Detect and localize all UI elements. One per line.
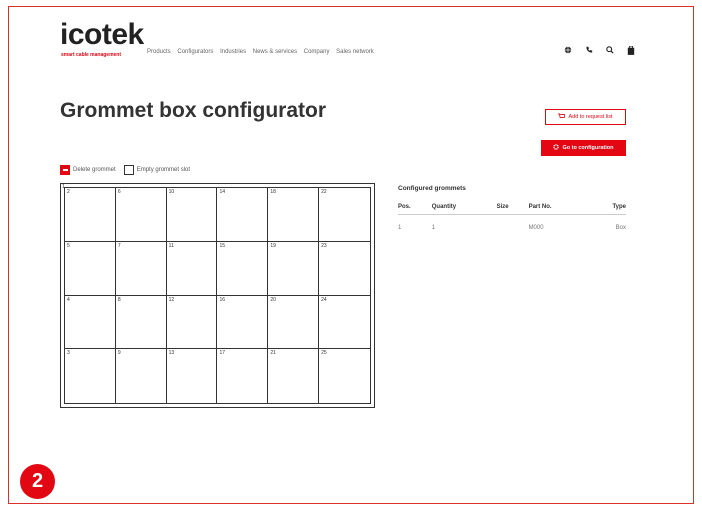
slot-number: 22 <box>321 189 327 195</box>
gear-icon <box>553 144 560 152</box>
table-header-row: Pos. Quantity Size Part No. Type <box>398 198 626 215</box>
add-to-request-list-label: Add to request list <box>568 114 613 120</box>
icotek-logo[interactable]: icotek <box>60 20 144 50</box>
grommet-grid: 2 6 10 14 18 22 5 7 11 15 19 23 4 8 12 1… <box>64 187 371 404</box>
col-part-no: Part No. <box>528 198 590 215</box>
slot-number: 15 <box>219 242 226 249</box>
cart-icon <box>558 113 567 121</box>
slot-number: 4 <box>67 296 70 303</box>
grommet-slot[interactable]: 10 <box>166 188 218 242</box>
grommet-slot[interactable]: 4 <box>65 295 116 350</box>
main-nav: Products Configurators Industries News &… <box>147 49 379 55</box>
slot-number: 13 <box>168 350 175 357</box>
nav-sales-network[interactable]: Sales network <box>336 49 374 55</box>
nav-industries[interactable]: Industries <box>220 49 246 55</box>
logo-tagline: smart cable management <box>61 52 122 58</box>
slot-number: 3 <box>67 350 70 357</box>
phone-icon[interactable] <box>584 45 594 55</box>
cell-part-no: M000 <box>528 225 544 231</box>
nav-products[interactable]: Products <box>147 49 171 55</box>
slot-number: 2 <box>67 189 70 195</box>
search-icon[interactable] <box>605 45 615 55</box>
grommet-slot[interactable]: 23 <box>319 242 370 296</box>
go-to-configuration-label: Go to configuration <box>562 145 614 151</box>
empty-slot-swatch <box>123 165 134 175</box>
page-title: Grommet box configurator <box>60 99 327 122</box>
cell-size <box>497 215 529 238</box>
delete-grommet-swatch[interactable] <box>60 165 70 175</box>
grommet-slot[interactable]: 17 <box>217 349 269 403</box>
col-pos: Pos. <box>398 198 432 215</box>
globe-icon[interactable] <box>563 45 573 55</box>
grommet-slot[interactable]: 15 <box>217 241 269 296</box>
slot-number: 7 <box>117 242 121 249</box>
delete-grommet-label: Delete grommet <box>73 167 116 173</box>
cell-type: Box <box>615 225 626 231</box>
slot-number: 24 <box>321 296 327 303</box>
grommet-slot[interactable]: 25 <box>319 349 370 403</box>
slot-number: 17 <box>219 350 226 357</box>
grommet-slot[interactable]: 9 <box>116 349 167 403</box>
slot-number: 19 <box>270 242 276 249</box>
configured-grommets-title: Configured grommets <box>398 185 466 192</box>
slot-number: 23 <box>321 242 327 249</box>
slot-number: 14 <box>219 189 226 195</box>
table-row: 1 1 M000 Box <box>398 215 626 238</box>
col-size: Size <box>496 198 529 215</box>
grommet-slot[interactable]: 14 <box>217 188 269 242</box>
slot-number: 12 <box>168 296 175 303</box>
grommet-slot[interactable]: 3 <box>65 349 116 403</box>
cart-icon[interactable] <box>626 45 636 55</box>
slot-number: 21 <box>270 350 276 357</box>
nav-company[interactable]: Company <box>304 49 330 55</box>
grommet-slot[interactable]: 16 <box>217 295 269 350</box>
slot-number: 25 <box>321 350 327 357</box>
grommet-slot[interactable]: 18 <box>268 188 320 242</box>
slot-number: 18 <box>270 189 276 195</box>
slot-number: 5 <box>67 242 70 249</box>
grommet-box: 1 2 6 10 14 18 22 5 7 11 15 19 23 4 8 12… <box>60 183 375 408</box>
grommet-slot[interactable]: 20 <box>268 295 320 350</box>
grommet-slot[interactable]: 12 <box>166 295 218 350</box>
slot-number: 9 <box>117 350 121 357</box>
slot-number: 20 <box>270 296 276 303</box>
grommet-slot[interactable]: 7 <box>115 241 167 296</box>
grommet-slot[interactable]: 24 <box>319 296 370 350</box>
add-to-request-list-button[interactable]: Add to request list <box>545 109 626 125</box>
col-type: Type <box>589 198 626 215</box>
grommet-slot[interactable]: 19 <box>268 241 320 296</box>
slot-number: 10 <box>168 189 175 195</box>
slot-number: 11 <box>168 242 174 249</box>
step-number-badge: 2 <box>20 464 55 499</box>
slot-number: 16 <box>219 296 226 303</box>
nav-configurators[interactable]: Configurators <box>177 49 213 55</box>
grommet-slot[interactable]: 21 <box>268 349 320 403</box>
empty-slot-label: Empty grommet slot <box>136 167 191 173</box>
grommet-slot[interactable]: 13 <box>167 349 218 403</box>
header-icons <box>563 45 636 55</box>
nav-news-services[interactable]: News & services <box>253 49 297 55</box>
configured-grommets-table: Pos. Quantity Size Part No. Type 1 1 M00… <box>398 198 626 237</box>
grommet-slot[interactable]: 11 <box>166 241 218 296</box>
legend: Delete grommet Empty grommet slot <box>60 165 190 175</box>
grommet-slot[interactable]: 22 <box>319 188 370 242</box>
grommet-slot[interactable]: 8 <box>115 295 167 350</box>
grommet-slot[interactable]: 6 <box>115 188 167 242</box>
slot-number: 6 <box>117 189 121 195</box>
go-to-configuration-button[interactable]: Go to configuration <box>541 140 626 156</box>
grommet-slot[interactable]: 5 <box>65 241 116 296</box>
cell-quantity[interactable]: 1 <box>432 215 497 238</box>
slot-number: 8 <box>117 296 121 303</box>
cell-pos: 1 <box>398 225 402 231</box>
col-quantity: Quantity <box>431 198 497 215</box>
grommet-slot[interactable]: 2 <box>65 188 116 242</box>
